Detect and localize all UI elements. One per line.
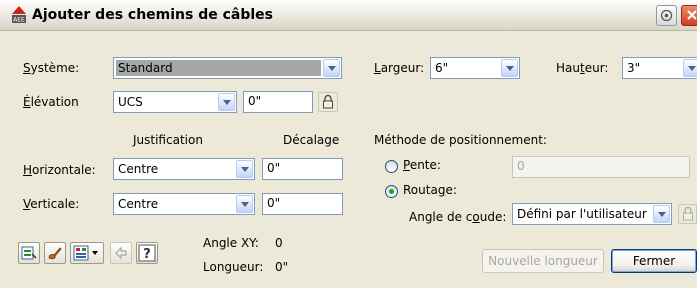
height-select[interactable]: 3"	[622, 57, 697, 79]
autocad-app-icon: AEE	[12, 6, 26, 24]
height-value: 3"	[627, 61, 641, 75]
system-select[interactable]: Standard	[113, 57, 342, 79]
add-cable-tray-dialog: AEE Ajouter des chemins de câbles Systèm…	[0, 0, 697, 288]
angle-xy-value: 0	[275, 236, 283, 250]
paintbrush-icon	[48, 247, 62, 260]
width-dropdown-arrow[interactable]	[501, 59, 518, 77]
bend-angle-label: Angle de coude:	[409, 210, 507, 224]
slope-label: Pente:	[403, 158, 441, 172]
height-dropdown-arrow[interactable]	[683, 59, 697, 77]
title-help-button[interactable]	[656, 5, 677, 26]
new-length-button[interactable]: Nouvelle longueur	[482, 249, 604, 273]
horizontal-justification-select[interactable]: Centre	[113, 158, 255, 180]
system-dropdown-arrow[interactable]	[323, 59, 340, 77]
bend-angle-value: Défini par l'utilisateur	[517, 207, 647, 221]
bend-angle-select[interactable]: Défini par l'utilisateur	[512, 203, 672, 225]
paintbrush-button[interactable]	[44, 242, 66, 264]
close-icon	[687, 10, 697, 20]
match-properties-icon	[21, 246, 37, 260]
system-label: Système:	[23, 61, 80, 75]
system-value: Standard	[118, 61, 173, 75]
elevation-lock-button[interactable]	[318, 92, 338, 112]
lock-icon	[683, 206, 693, 221]
close-window-button[interactable]	[681, 5, 697, 26]
title-bar[interactable]: AEE Ajouter des chemins de câbles	[0, 0, 697, 31]
offset-header: Décalage	[283, 133, 340, 147]
vertical-dropdown-arrow[interactable]	[236, 195, 253, 213]
elevation-mode-select[interactable]: UCS	[113, 91, 237, 113]
vertical-justification-value: Centre	[118, 197, 159, 211]
match-properties-button[interactable]	[18, 242, 40, 264]
routing-radio[interactable]	[385, 185, 398, 198]
elevation-label: Élévation	[23, 95, 79, 109]
slope-input[interactable]: 0	[512, 156, 690, 178]
help-icon: ?	[138, 244, 156, 262]
horizontal-dropdown-arrow[interactable]	[236, 160, 253, 178]
svg-text:AEE: AEE	[13, 17, 25, 24]
dialog-title: Ajouter des chemins de câbles	[32, 7, 274, 23]
routing-label: Routage:	[403, 183, 457, 197]
elevation-mode-value: UCS	[118, 95, 143, 109]
width-value: 6"	[435, 61, 449, 75]
help-icon	[660, 9, 673, 22]
justification-header: Justification	[133, 133, 203, 147]
horizontal-justification-value: Centre	[118, 162, 159, 176]
help-button[interactable]: ?	[136, 242, 158, 264]
elevation-input[interactable]: 0"	[243, 91, 313, 113]
undo-button[interactable]	[110, 242, 132, 264]
bend-angle-lock-button[interactable]	[678, 204, 697, 224]
bend-angle-dropdown-arrow[interactable]	[653, 205, 670, 223]
close-button[interactable]: Fermer	[611, 249, 697, 273]
vertical-label: Verticale:	[23, 197, 80, 211]
angle-xy-label: Angle XY:	[203, 236, 259, 250]
length-value: 0"	[275, 260, 289, 274]
lock-icon	[323, 94, 333, 109]
pipe-tool-dropdown-button[interactable]	[70, 242, 104, 264]
undo-icon	[115, 246, 127, 260]
positioning-header: Méthode de positionnement:	[374, 133, 547, 147]
pipe-tool-icon	[73, 245, 98, 261]
horizontal-label: Horizontale:	[23, 163, 96, 177]
horizontal-offset-input[interactable]: 0"	[262, 158, 343, 180]
height-label: Hauteur:	[556, 61, 609, 75]
vertical-offset-input[interactable]: 0"	[262, 193, 343, 215]
vertical-justification-select[interactable]: Centre	[113, 193, 255, 215]
length-label: Longueur:	[203, 260, 264, 274]
width-select[interactable]: 6"	[430, 57, 520, 79]
svg-text:?: ?	[143, 247, 151, 262]
elevation-mode-dropdown-arrow[interactable]	[218, 93, 235, 111]
width-label: Largeur:	[374, 61, 425, 75]
slope-radio[interactable]	[385, 160, 398, 173]
